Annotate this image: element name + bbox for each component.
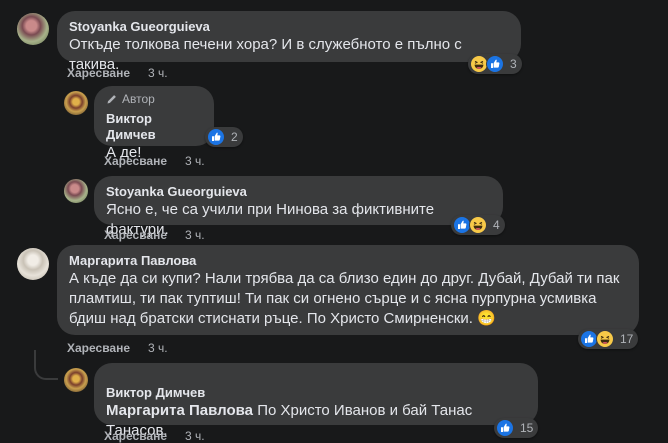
comment-timestamp[interactable]: 3 ч. <box>185 154 205 168</box>
comment-bubble: Stoyanka Gueorguieva Откъде толкова пече… <box>57 11 521 73</box>
comment-bubble: Виктор Димчев Маргарита Павлова По Христ… <box>94 363 538 439</box>
mention-link[interactable]: Маргарита Павлова <box>106 402 253 419</box>
reactions-summary[interactable]: 17 <box>578 329 639 349</box>
like-button[interactable]: Харесване <box>67 66 130 80</box>
comment-bubble: Маргарита Павлова А къде да си купи? Нал… <box>57 245 639 335</box>
comment-author[interactable]: Stoyanka Gueorguieva <box>106 184 491 200</box>
thread-line <box>34 350 58 380</box>
comment-author[interactable]: Виктор Димчев <box>106 111 202 143</box>
like-button[interactable]: Харесване <box>104 154 167 168</box>
pencil-icon <box>107 95 116 104</box>
avatar[interactable] <box>17 13 49 45</box>
like-button[interactable]: Харесване <box>104 429 167 443</box>
comment-author[interactable]: Виктор Димчев <box>106 385 526 401</box>
reaction-count: 2 <box>231 130 238 144</box>
reaction-count: 3 <box>510 57 517 71</box>
haha-icon <box>469 216 487 234</box>
comment-timestamp[interactable]: 3 ч. <box>185 429 205 443</box>
reactions-summary[interactable]: 3 <box>468 54 522 74</box>
reaction-count: 4 <box>493 218 500 232</box>
comment-actions: Харесване 3 ч. <box>67 341 168 355</box>
comment-bubble: Stoyanka Gueorguieva Ясно е, че са учили… <box>94 176 503 238</box>
comment-actions: Харесване 3 ч. <box>67 66 168 80</box>
like-icon <box>496 419 514 437</box>
comment-timestamp[interactable]: 3 ч. <box>185 228 205 242</box>
reaction-count: 17 <box>620 332 634 346</box>
like-button[interactable]: Харесване <box>67 341 130 355</box>
comment-timestamp[interactable]: 3 ч. <box>148 341 168 355</box>
comment-text: А къде да си купи? Нали трябва да са бли… <box>69 270 620 327</box>
avatar[interactable] <box>64 179 88 203</box>
reactions-summary[interactable]: 15 <box>494 418 539 438</box>
comment-author[interactable]: Stoyanka Gueorguieva <box>69 19 509 35</box>
comment-bubble: Автор Виктор Димчев А де! <box>94 86 214 161</box>
like-icon <box>207 128 225 146</box>
author-badge: Автор <box>106 92 202 106</box>
author-badge-label: Автор <box>122 92 155 106</box>
haha-icon <box>596 330 614 348</box>
reactions-summary[interactable]: 2 <box>205 127 243 147</box>
avatar[interactable] <box>64 91 88 115</box>
avatar[interactable] <box>64 368 88 392</box>
comment-actions: Харесване 3 ч. <box>104 429 205 443</box>
comment-actions: Харесване 3 ч. <box>104 154 205 168</box>
like-icon <box>486 55 504 73</box>
comment-actions: Харесване 3 ч. <box>104 228 205 242</box>
like-button[interactable]: Харесване <box>104 228 167 242</box>
comment-author[interactable]: Маргарита Павлова <box>69 253 627 269</box>
comment-timestamp[interactable]: 3 ч. <box>148 66 168 80</box>
reactions-summary[interactable]: 4 <box>451 215 505 235</box>
reaction-count: 15 <box>520 421 534 435</box>
avatar[interactable] <box>17 248 49 280</box>
